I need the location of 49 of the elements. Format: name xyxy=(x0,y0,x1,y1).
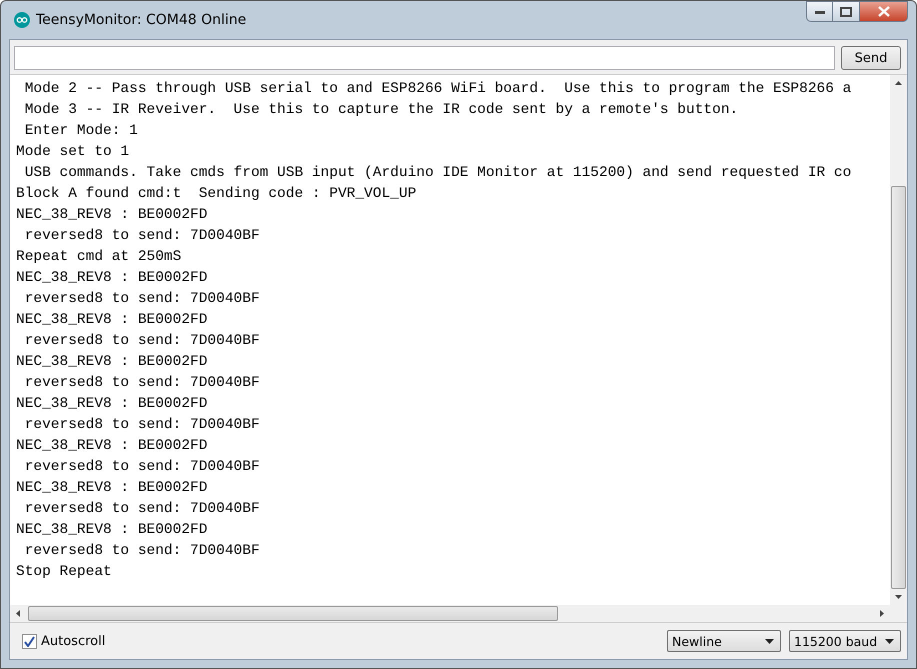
output-line: Mode set to 1 xyxy=(16,143,130,162)
output-line: reversed8 to send: 7D0040BF xyxy=(24,458,261,477)
horizontal-scrollbar[interactable] xyxy=(10,605,907,622)
scroll-down-icon xyxy=(895,595,902,599)
output-line: Mode 2 -- Pass through USB serial to and ESP8266 WiFi board. Use this to program the ESP8266 a xyxy=(24,80,852,99)
maximize-icon xyxy=(840,6,852,16)
app-logo-icon xyxy=(14,12,30,28)
send-button[interactable]: Send xyxy=(841,46,901,70)
scroll-right-icon xyxy=(880,610,884,617)
scroll-left-icon xyxy=(16,610,20,617)
output-line: NEC_38_REV8 : BE0002FD xyxy=(16,521,208,540)
output-line: Enter Mode: 1 xyxy=(24,122,139,141)
scroll-up-icon xyxy=(895,81,902,85)
autoscroll-label: Autoscroll xyxy=(41,634,106,648)
output-line: NEC_38_REV8 : BE0002FD xyxy=(16,395,208,414)
close-icon xyxy=(876,6,890,17)
baud-rate-dropdown[interactable]: 115200 baud xyxy=(789,630,901,652)
line-ending-dropdown[interactable]: Newline xyxy=(667,630,781,652)
output-line: USB commands. Take cmds from USB input (Arduino IDE Monitor at 115200) and send requested IR co xyxy=(24,164,852,183)
dropdown-arrow-icon xyxy=(765,638,774,644)
output-line: NEC_38_REV8 : BE0002FD xyxy=(16,437,208,456)
output-line: Block A found cmd:t Sending code : PVR_VOL_UP xyxy=(16,185,418,204)
maximize-button[interactable] xyxy=(833,1,860,22)
output-line: Mode 3 -- IR Reveiver. Use this to capture the IR code sent by a remote's button. xyxy=(24,101,740,120)
autoscroll-checkbox[interactable] xyxy=(22,634,37,648)
vertical-scrollbar[interactable] xyxy=(890,75,907,605)
output-line: reversed8 to send: 7D0040BF xyxy=(24,416,261,435)
checkmark-icon xyxy=(24,636,35,646)
output-line: NEC_38_REV8 : BE0002FD xyxy=(16,311,208,330)
output-line: Repeat cmd at 250mS xyxy=(16,248,182,267)
window-title: TeensyMonitor: COM48 Online xyxy=(36,12,246,28)
dropdown-arrow-icon xyxy=(885,638,894,644)
output-line: reversed8 to send: 7D0040BF xyxy=(24,332,261,351)
output-line: reversed8 to send: 7D0040BF xyxy=(24,227,261,246)
output-line: Stop Repeat xyxy=(16,563,113,582)
scrollbar-thumb[interactable] xyxy=(891,186,906,589)
output-line: reversed8 to send: 7D0040BF xyxy=(24,542,261,561)
output-line: NEC_38_REV8 : BE0002FD xyxy=(16,269,208,288)
output-line: NEC_38_REV8 : BE0002FD xyxy=(16,206,208,225)
minimize-icon xyxy=(814,10,824,14)
output-line: NEC_38_REV8 : BE0002FD xyxy=(16,479,208,498)
output-line: reversed8 to send: 7D0040BF xyxy=(24,500,261,519)
minimize-button[interactable] xyxy=(806,1,833,22)
close-button[interactable] xyxy=(860,1,908,22)
input-field[interactable] xyxy=(14,46,835,70)
output-line: reversed8 to send: 7D0040BF xyxy=(24,374,261,393)
output-line: reversed8 to send: 7D0040BF xyxy=(24,290,261,309)
output-line: NEC_38_REV8 : BE0002FD xyxy=(16,353,208,372)
scrollbar-thumb[interactable] xyxy=(28,606,558,621)
